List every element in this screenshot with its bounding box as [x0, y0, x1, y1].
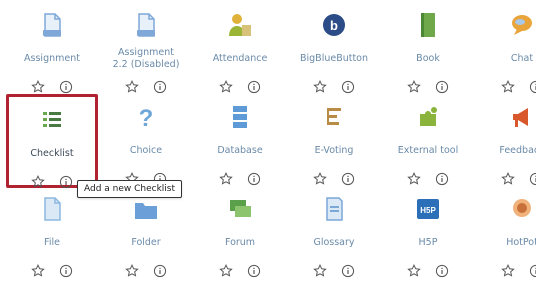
star-icon[interactable]	[407, 172, 421, 186]
activity-label: Attendance	[212, 53, 268, 64]
activity-tile-file[interactable]: File	[6, 186, 98, 280]
info-icon[interactable]	[529, 264, 536, 278]
info-icon[interactable]	[529, 172, 536, 186]
activity-label: H5P	[418, 237, 438, 248]
star-icon[interactable]	[313, 80, 327, 94]
activity-actions	[194, 264, 286, 282]
info-icon[interactable]	[247, 264, 261, 278]
chat-icon	[507, 10, 536, 40]
activity-label: E-Voting	[314, 145, 354, 156]
star-icon[interactable]	[313, 264, 327, 278]
choice-icon: ?	[131, 102, 161, 132]
info-icon[interactable]	[153, 80, 167, 94]
star-icon[interactable]	[501, 264, 515, 278]
info-icon[interactable]	[435, 264, 449, 278]
activity-label: Checklist	[30, 148, 74, 159]
activity-tile-database[interactable]: Database	[194, 94, 286, 188]
activity-label: Chat	[510, 53, 534, 64]
star-icon[interactable]	[219, 80, 233, 94]
star-icon[interactable]	[125, 80, 139, 94]
activity-actions	[288, 264, 380, 282]
activity-tile-choice[interactable]: ? Choice	[100, 94, 192, 188]
activity-label: Glossary	[313, 237, 355, 248]
activity-label: Choice	[129, 145, 163, 156]
star-icon[interactable]	[31, 80, 45, 94]
megaphone-icon	[507, 102, 536, 132]
tooltip: Add a new Checklist	[77, 180, 183, 198]
file-icon	[37, 194, 67, 224]
assignment-icon	[37, 10, 67, 40]
glossary-icon	[319, 194, 349, 224]
attendance-icon	[225, 10, 255, 40]
activity-tile-assignment-disabled[interactable]: Assignment 2.2 (Disabled)	[100, 2, 192, 96]
evoting-icon	[319, 102, 349, 132]
star-icon[interactable]	[313, 172, 327, 186]
database-icon	[225, 102, 255, 132]
activity-label: Forum	[224, 237, 256, 248]
star-icon[interactable]	[501, 172, 515, 186]
assignment-disabled-icon	[131, 10, 161, 40]
info-icon[interactable]	[341, 80, 355, 94]
activity-tile-book[interactable]: Book	[382, 2, 474, 96]
info-icon[interactable]	[435, 172, 449, 186]
info-icon[interactable]	[247, 80, 261, 94]
info-icon[interactable]	[59, 264, 73, 278]
info-icon[interactable]	[341, 172, 355, 186]
info-icon[interactable]	[341, 264, 355, 278]
activity-tile-bigbluebutton[interactable]: b BigBlueButton	[288, 2, 380, 96]
activity-tile-folder[interactable]: Folder	[100, 186, 192, 280]
activity-label: Database	[217, 145, 263, 156]
activity-tile-attendance[interactable]: Attendance	[194, 2, 286, 96]
star-icon[interactable]	[501, 80, 515, 94]
activity-actions	[382, 264, 474, 282]
forum-icon	[225, 194, 255, 224]
svg-text:?: ?	[139, 105, 154, 132]
info-icon[interactable]	[59, 80, 73, 94]
activity-label: BigBlueButton	[299, 53, 369, 64]
activity-actions	[6, 264, 98, 282]
activity-label: External tool	[397, 145, 459, 156]
folder-icon	[131, 194, 161, 224]
activity-chooser-grid: Assignment Assignment 2.2 (Disabled) Atten…	[0, 0, 536, 278]
activity-tile-puzzle[interactable]: External tool	[382, 94, 474, 188]
puzzle-icon	[413, 102, 443, 132]
activity-tile-hotpot[interactable]: HotPot	[476, 186, 536, 280]
activity-tile-h5p[interactable]: H5P H5P	[382, 186, 474, 280]
star-icon[interactable]	[407, 80, 421, 94]
activity-tile-evoting[interactable]: E-Voting	[288, 94, 380, 188]
info-icon[interactable]	[153, 264, 167, 278]
activity-label: Assignment	[24, 53, 80, 64]
hotpot-icon	[507, 194, 536, 224]
checklist-icon	[37, 105, 67, 135]
activity-label: Folder	[131, 237, 161, 248]
book-icon	[413, 10, 443, 40]
star-icon[interactable]	[125, 264, 139, 278]
activity-actions	[476, 264, 536, 282]
star-icon[interactable]	[219, 264, 233, 278]
star-icon[interactable]	[219, 172, 233, 186]
activity-actions	[100, 264, 192, 282]
svg-text:b: b	[330, 18, 338, 33]
activity-tile-chat[interactable]: Chat	[476, 2, 536, 96]
activity-label: Assignment 2.2 (Disabled)	[112, 47, 180, 70]
activity-label: Feedback	[499, 145, 536, 156]
bigbluebutton-icon: b	[319, 10, 349, 40]
svg-text:H5P: H5P	[420, 206, 436, 215]
info-icon[interactable]	[435, 80, 449, 94]
star-icon[interactable]	[407, 264, 421, 278]
activity-tile-assignment[interactable]: Assignment	[6, 2, 98, 96]
activity-tile-forum[interactable]: Forum	[194, 186, 286, 280]
activity-tile-glossary[interactable]: Glossary	[288, 186, 380, 280]
info-icon[interactable]	[529, 80, 536, 94]
info-icon[interactable]	[247, 172, 261, 186]
activity-tile-checklist[interactable]: Checklist	[6, 94, 98, 189]
activity-tile-megaphone[interactable]: Feedback	[476, 94, 536, 188]
h5p-icon: H5P	[413, 194, 443, 224]
star-icon[interactable]	[31, 264, 45, 278]
activity-label: File	[44, 237, 60, 248]
activity-label: Book	[416, 53, 440, 64]
activity-label: HotPot	[506, 237, 536, 248]
